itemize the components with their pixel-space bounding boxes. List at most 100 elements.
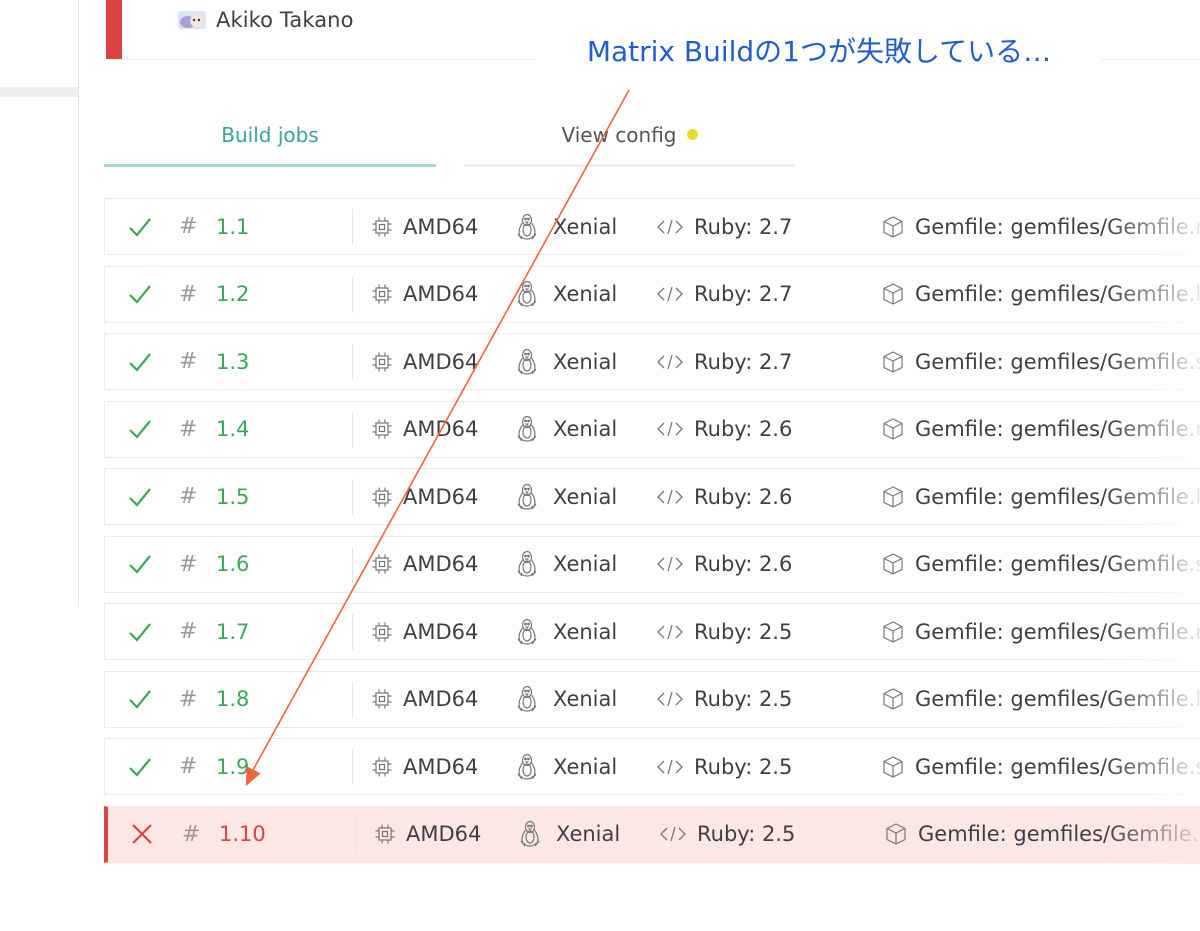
job-arch: AMD64 [403,282,479,306]
code-icon [656,218,684,236]
job-hash-symbol: # [182,821,201,847]
cpu-icon [371,418,393,440]
job-hash-symbol: # [179,349,198,374]
package-box-icon [881,552,905,576]
job-hash-symbol: # [179,416,198,442]
build-jobs-list: #1.1 AMD64 Xenial Ruby: 2.7 Gemfile: gemfile… [104,198,1200,873]
job-os: Xenial [553,754,618,779]
job-number[interactable]: 1.3 [216,334,249,389]
checkmark-icon [127,334,157,389]
job-language: Ruby: 2.7 [694,214,793,239]
job-arch: AMD64 [403,687,479,711]
job-arch: AMD64 [403,349,479,374]
cpu-icon [371,283,393,305]
author-name: Akiko Takano [216,8,354,32]
job-os: Xenial [553,687,618,711]
column-divider [352,749,353,785]
job-number[interactable]: 1.2 [216,267,249,322]
job-row[interactable]: #1.3 AMD64 Xenial Ruby: 2.7 Gemfile: gemfile… [104,333,1200,391]
linux-penguin-icon [515,483,539,511]
job-row[interactable]: #1.4 AMD64 Xenial Ruby: 2.6 Gemfile: gemfile… [104,400,1200,459]
annotation-label: Matrix Buildの1つが失敗している… [536,31,1102,69]
job-gemfile: Gemfile: gemfiles/Gemfile.la [915,687,1200,711]
checkmark-icon [127,672,157,727]
job-number[interactable]: 1.10 [219,807,266,862]
tab-view-config-label: View config [561,123,677,147]
code-icon [659,825,687,843]
cpu-icon [374,823,396,845]
package-box-icon [881,350,905,374]
job-number[interactable]: 1.6 [216,537,249,592]
job-hash-symbol: # [179,754,198,779]
job-os: Xenial [553,349,618,374]
linux-penguin-icon [518,820,542,848]
job-row[interactable]: #1.1 AMD64 Xenial Ruby: 2.7 Gemfile: gemfile… [104,198,1200,256]
job-number[interactable]: 1.4 [216,402,249,457]
job-hash-symbol: # [179,281,198,307]
job-row[interactable]: #1.2 AMD64 Xenial Ruby: 2.7 Gemfile: gemfile… [104,265,1200,324]
column-divider [352,344,353,380]
package-box-icon [881,755,905,779]
job-number[interactable]: 1.5 [216,469,249,524]
job-language: Ruby: 2.5 [694,687,793,711]
config-warning-dot [686,129,698,140]
package-box-icon [881,215,905,239]
job-os: Xenial [553,552,618,576]
code-icon [656,758,684,776]
job-row[interactable]: #1.10 AMD64 Xenial Ruby: 2.5 Gemfile: gemfil… [104,805,1200,864]
checkmark-icon [127,402,157,457]
linux-penguin-icon [515,415,539,443]
job-number[interactable]: 1.1 [216,199,249,254]
column-divider [352,681,353,718]
job-hash-symbol: # [179,619,198,644]
checkmark-icon [127,199,157,254]
job-language: Ruby: 2.7 [694,282,793,306]
job-language: Ruby: 2.5 [694,754,793,779]
commit-author[interactable]: Akiko Takano [178,8,354,32]
job-row[interactable]: #1.7 AMD64 Xenial Ruby: 2.5 Gemfile: gemfile… [104,603,1200,661]
job-language: Ruby: 2.5 [694,619,793,644]
linux-penguin-icon [515,753,539,781]
code-icon [656,555,684,573]
cpu-icon [371,351,393,373]
cpu-icon [371,756,393,778]
tab-view-config[interactable]: View config [464,108,795,167]
cpu-icon [371,486,393,508]
code-icon [656,488,684,506]
code-icon [656,690,684,708]
column-divider [352,411,353,448]
code-icon [656,285,684,303]
linux-penguin-icon [515,685,539,713]
avatar [178,11,206,29]
job-hash-symbol: # [179,214,198,239]
cpu-icon [371,553,393,575]
column-divider [352,479,353,515]
job-gemfile: Gemfile: gemfiles/Gemfile.s [915,552,1200,576]
job-number[interactable]: 1.8 [216,672,249,727]
checkmark-icon [127,739,157,794]
job-language: Ruby: 2.7 [694,349,793,374]
job-hash-symbol: # [179,686,198,712]
job-row[interactable]: #1.9 AMD64 Xenial Ruby: 2.5 Gemfile: gemfile… [104,738,1200,796]
column-divider [352,209,353,245]
column-divider [355,816,356,853]
job-row[interactable]: #1.5 AMD64 Xenial Ruby: 2.6 Gemfile: gemfile… [104,468,1200,526]
job-row[interactable]: #1.6 AMD64 Xenial Ruby: 2.6 Gemfile: gemfile… [104,535,1200,594]
job-gemfile: Gemfile: gemfiles/Gemfile.s [915,349,1200,374]
job-gemfile: Gemfile: gemfiles/Gemfile.r [918,822,1200,846]
tab-build-jobs[interactable]: Build jobs [104,108,436,167]
sidebar-item-bar [0,87,78,97]
annotation-text: Matrix Buildの1つが失敗している… [586,35,1052,68]
column-divider [352,614,353,650]
linux-penguin-icon [515,550,539,578]
job-number[interactable]: 1.9 [216,739,249,794]
job-arch: AMD64 [406,822,482,846]
checkmark-icon [127,267,157,322]
sidebar-divider [78,0,79,607]
job-row[interactable]: #1.8 AMD64 Xenial Ruby: 2.5 Gemfile: gemfile… [104,670,1200,729]
job-gemfile: Gemfile: gemfiles/Gemfile.r [915,214,1200,239]
package-box-icon [881,417,905,441]
job-number[interactable]: 1.7 [216,604,249,659]
code-icon [656,420,684,438]
tab-build-jobs-label: Build jobs [221,123,319,147]
